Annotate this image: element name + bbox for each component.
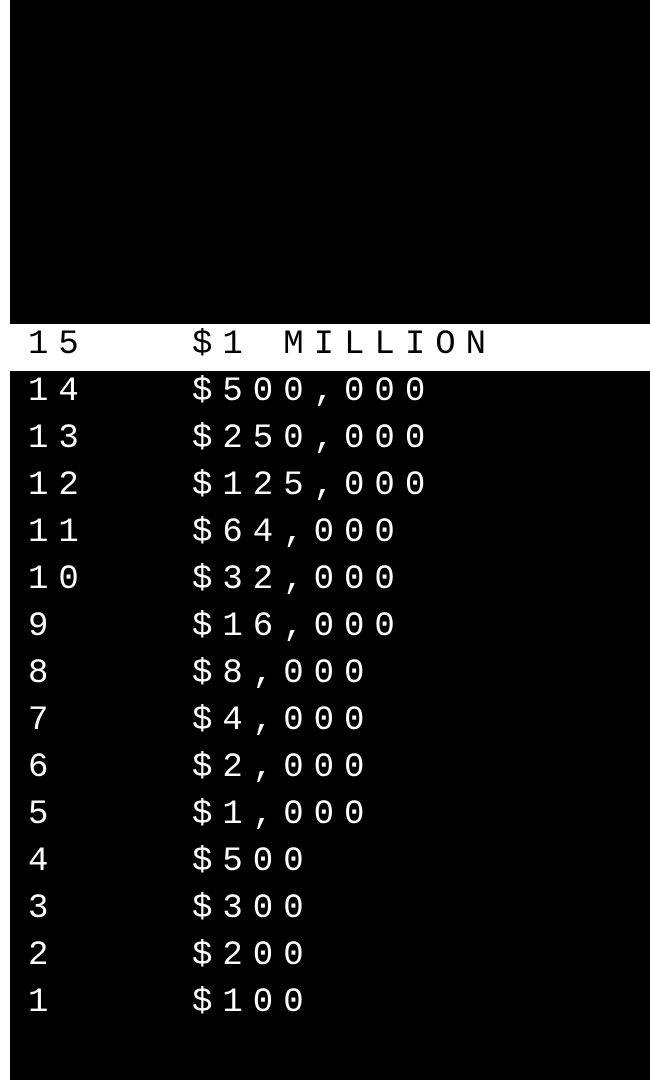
ladder-row-3: 3 $300 (10, 888, 650, 935)
ladder-row-11: 11 $64,000 (10, 512, 650, 559)
level-number: 3 (28, 890, 59, 928)
level-number: 11 (28, 514, 89, 552)
ladder-row-5: 5 $1,000 (10, 794, 650, 841)
level-number: 2 (28, 937, 59, 975)
prize-amount: $500 (192, 843, 314, 881)
ladder-row-12: 12 $125,000 (10, 465, 650, 512)
ladder-row-4: 4 $500 (10, 841, 650, 888)
prize-amount: $100 (192, 984, 314, 1022)
level-number: 5 (28, 796, 59, 834)
prize-amount: $200 (192, 937, 314, 975)
prize-amount: $2,000 (192, 749, 375, 787)
level-number: 4 (28, 843, 59, 881)
level-number: 12 (28, 467, 89, 505)
ladder-row-1: 1 $100 (10, 982, 650, 1029)
ladder-row-6: 6 $2,000 (10, 747, 650, 794)
prize-amount: $8,000 (192, 655, 375, 693)
ladder-row-15: 15 $1 MILLION (10, 324, 650, 371)
prize-amount: $300 (192, 890, 314, 928)
level-number: 13 (28, 420, 89, 458)
prize-amount: $64,000 (192, 514, 405, 552)
ladder-row-14: 14 $500,000 (10, 371, 650, 418)
prize-amount: $4,000 (192, 702, 375, 740)
level-number: 10 (28, 561, 89, 599)
ladder-row-10: 10 $32,000 (10, 559, 650, 606)
ladder-row-7: 7 $4,000 (10, 700, 650, 747)
ladder-row-2: 2 $200 (10, 935, 650, 982)
money-ladder: 15 $1 MILLION 14 $500,000 13 $250,000 12… (10, 324, 650, 1029)
level-number: 6 (28, 749, 59, 787)
prize-amount: $1,000 (192, 796, 375, 834)
prize-amount: $250,000 (192, 420, 436, 458)
prize-amount: $16,000 (192, 608, 405, 646)
level-number: 9 (28, 608, 59, 646)
prize-amount: $32,000 (192, 561, 405, 599)
ladder-row-9: 9 $16,000 (10, 606, 650, 653)
prize-amount: $1 MILLION (192, 326, 497, 364)
ladder-row-13: 13 $250,000 (10, 418, 650, 465)
game-screen: 15 $1 MILLION 14 $500,000 13 $250,000 12… (10, 0, 650, 1080)
level-number: 15 (28, 326, 89, 364)
ladder-row-8: 8 $8,000 (10, 653, 650, 700)
level-number: 1 (28, 984, 59, 1022)
prize-amount: $500,000 (192, 373, 436, 411)
level-number: 14 (28, 373, 89, 411)
prize-amount: $125,000 (192, 467, 436, 505)
level-number: 8 (28, 655, 59, 693)
level-number: 7 (28, 702, 59, 740)
